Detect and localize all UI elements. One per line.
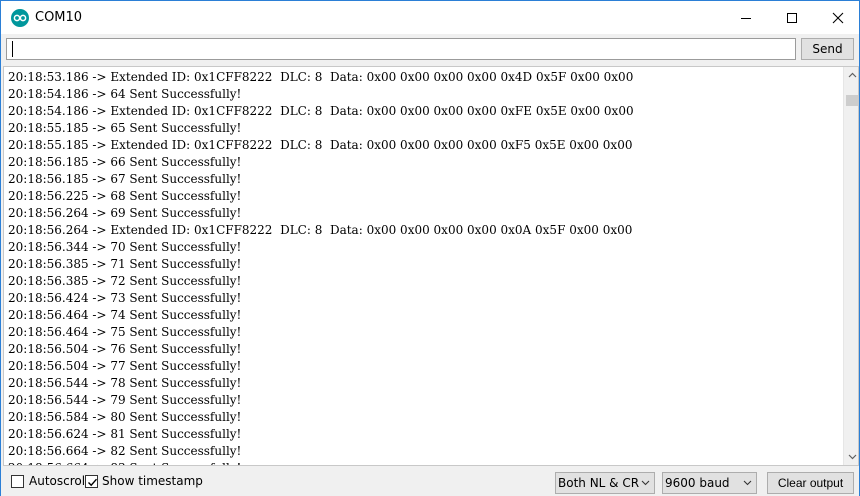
window-title: COM10 — [35, 10, 83, 25]
scroll-down-arrow-icon — [848, 454, 856, 460]
close-button[interactable] — [815, 1, 860, 34]
output-line: 20:18:56.464 -> 74 Sent Successfully! — [8, 308, 242, 322]
chevron-down-icon — [641, 480, 650, 486]
output-line: 20:18:56.584 -> 80 Sent Successfully! — [8, 410, 242, 424]
output-line: 20:18:55.185 -> Extended ID: 0x1CFF8222 … — [8, 138, 633, 152]
show-timestamp-label[interactable]: Show timestamp — [102, 474, 203, 488]
arduino-logo-icon — [11, 9, 29, 27]
output-line: 20:18:56.664 -> 82 Sent Successfully! — [8, 444, 242, 458]
minimize-button[interactable] — [723, 1, 769, 34]
baud-rate-value: 9600 baud — [665, 476, 730, 490]
close-icon — [832, 12, 844, 23]
autoscroll-checkbox[interactable] — [11, 475, 24, 488]
text-cursor — [12, 41, 13, 57]
send-button[interactable]: Send — [801, 38, 854, 60]
output-line: 20:18:56.664 -> 83 Sent Successfully! — [8, 460, 842, 465]
scroll-up-button[interactable] — [844, 67, 858, 83]
serial-output-pane[interactable]: 20:18:53.186 -> Extended ID: 0x1CFF8222 … — [3, 66, 859, 466]
vertical-scrollbar[interactable] — [843, 67, 858, 465]
serial-output-text: 20:18:53.186 -> Extended ID: 0x1CFF8222 … — [8, 69, 842, 465]
clear-output-button[interactable]: Clear output — [767, 472, 854, 494]
output-line: 20:18:56.424 -> 73 Sent Successfully! — [8, 291, 242, 305]
output-line: 20:18:56.185 -> 67 Sent Successfully! — [8, 172, 242, 186]
bottom-toolbar: Autoscroll Show timestamp Both NL & CR 9… — [1, 468, 859, 496]
output-line: 20:18:56.544 -> 79 Sent Successfully! — [8, 393, 242, 407]
output-line: 20:18:55.185 -> 65 Sent Successfully! — [8, 121, 242, 135]
autoscroll-label[interactable]: Autoscroll — [29, 474, 88, 488]
output-line: 20:18:53.186 -> Extended ID: 0x1CFF8222 … — [8, 70, 634, 84]
output-line: 20:18:54.186 -> 64 Sent Successfully! — [8, 87, 242, 101]
output-line: 20:18:56.264 -> Extended ID: 0x1CFF8222 … — [8, 223, 633, 237]
output-line: 20:18:56.464 -> 75 Sent Successfully! — [8, 325, 242, 339]
output-line: 20:18:56.504 -> 76 Sent Successfully! — [8, 342, 242, 356]
output-line: 20:18:54.186 -> Extended ID: 0x1CFF8222 … — [8, 104, 634, 118]
output-line: 20:18:56.544 -> 78 Sent Successfully! — [8, 376, 242, 390]
chevron-down-icon — [743, 480, 752, 486]
show-timestamp-checkbox[interactable] — [85, 475, 98, 488]
output-line: 20:18:56.225 -> 68 Sent Successfully! — [8, 189, 242, 203]
output-line: 20:18:56.344 -> 70 Sent Successfully! — [8, 240, 242, 254]
title-bar[interactable]: COM10 — [1, 1, 859, 34]
scroll-up-arrow-icon — [848, 72, 856, 78]
maximize-button[interactable] — [769, 1, 815, 34]
line-ending-value: Both NL & CR — [558, 476, 640, 490]
output-line: 20:18:56.385 -> 71 Sent Successfully! — [8, 257, 242, 271]
output-line: 20:18:56.385 -> 72 Sent Successfully! — [8, 274, 242, 288]
output-line: 20:18:56.504 -> 77 Sent Successfully! — [8, 359, 242, 373]
output-line: 20:18:56.624 -> 81 Sent Successfully! — [8, 427, 242, 441]
output-line: 20:18:56.185 -> 66 Sent Successfully! — [8, 155, 242, 169]
scroll-thumb[interactable] — [846, 95, 858, 106]
checkmark-icon — [88, 478, 98, 487]
line-ending-select[interactable]: Both NL & CR — [555, 472, 655, 494]
output-line: 20:18:56.264 -> 69 Sent Successfully! — [8, 206, 242, 220]
serial-command-input[interactable] — [6, 38, 796, 60]
baud-rate-select[interactable]: 9600 baud — [662, 472, 757, 494]
minimize-icon — [741, 17, 751, 19]
scroll-down-button[interactable] — [844, 449, 858, 465]
maximize-icon — [787, 12, 797, 23]
input-row: Send — [1, 34, 859, 64]
serial-monitor-window: COM10 Send 20:18:53.186 -> Extended ID: … — [0, 0, 860, 496]
